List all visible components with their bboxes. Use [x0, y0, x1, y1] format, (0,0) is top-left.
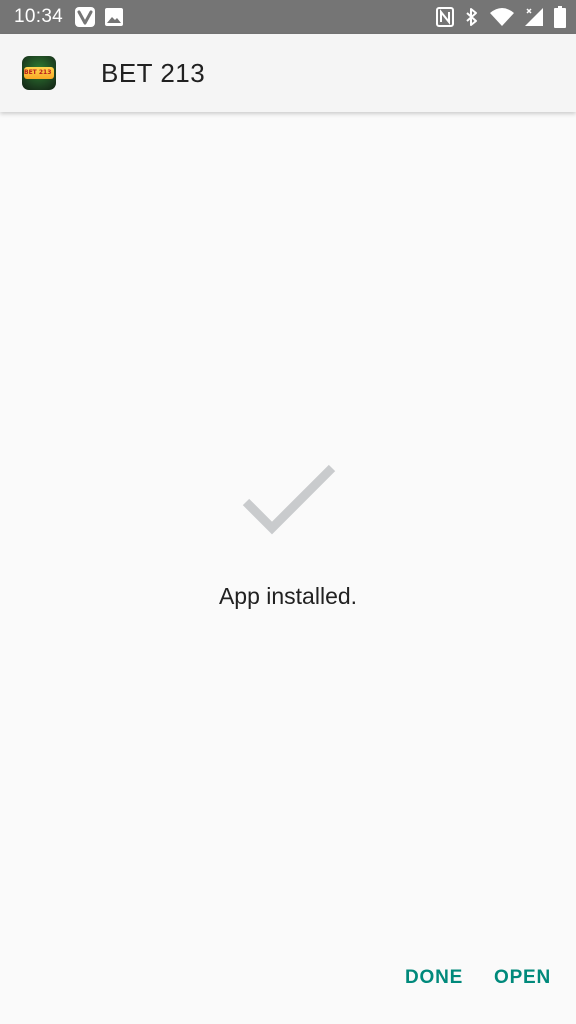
status-time: 10:34 — [14, 6, 64, 27]
installed-message: App installed. — [218, 583, 358, 609]
checkmark-icon — [242, 464, 336, 535]
app-title: BET 213 — [101, 58, 206, 88]
nfc-icon — [436, 7, 454, 27]
app-icon: BET 213 SLOTS — [22, 56, 56, 90]
status-bar: 10:34 — [0, 0, 576, 34]
app-icon-text: BET 213 SLOTS — [24, 67, 54, 79]
open-button[interactable]: OPEN — [494, 967, 551, 989]
bluetooth-icon — [464, 7, 480, 27]
wifi-icon — [490, 7, 514, 27]
signal-icon — [524, 7, 544, 27]
status-left-icons — [75, 7, 133, 27]
done-button[interactable]: DONE — [405, 967, 463, 989]
app-bar: BET 213 SLOTS BET 213 — [0, 34, 576, 112]
image-icon — [105, 8, 124, 26]
vivaldi-icon — [75, 7, 96, 27]
status-right-icons — [436, 6, 566, 28]
battery-icon — [554, 6, 566, 28]
